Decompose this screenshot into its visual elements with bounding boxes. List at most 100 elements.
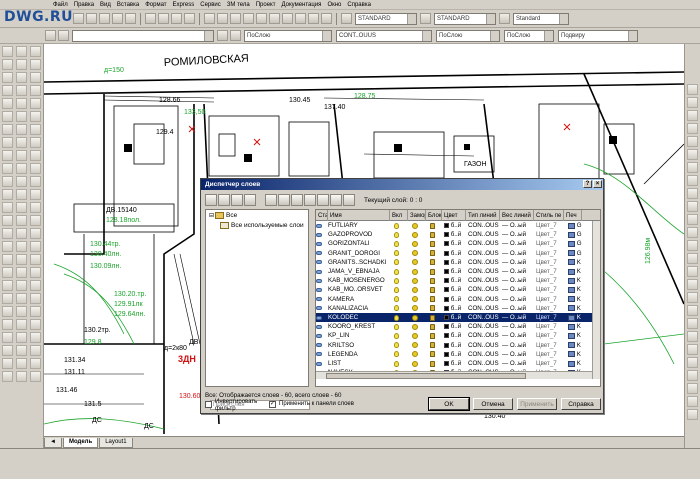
plot-icon[interactable] (568, 360, 575, 367)
multiline-text-tool-icon[interactable] (30, 280, 41, 291)
freeze-icon[interactable] (412, 351, 418, 358)
layer-manager-icon[interactable] (45, 30, 56, 41)
color-swatch-icon[interactable] (444, 223, 449, 229)
ray-tool-icon[interactable] (16, 306, 27, 317)
lock-icon[interactable] (430, 305, 435, 312)
dimension-tool-icon[interactable] (687, 409, 698, 420)
hatch-tool-icon[interactable] (30, 228, 41, 239)
layer-row[interactable]: LEGENDA б..й CON..OUS — О..ый Цвет_7 K (316, 350, 592, 359)
vertical-scrollbar[interactable] (592, 221, 600, 379)
color-swatch-icon[interactable] (444, 315, 449, 321)
plot-icon[interactable] (568, 259, 575, 266)
scrollbar-thumb[interactable] (326, 373, 526, 379)
tab-layout1[interactable]: Layout1 (99, 437, 133, 448)
dimension-tool-icon[interactable] (687, 357, 698, 368)
on-off-icon[interactable] (394, 268, 399, 275)
dimension-tool-icon[interactable] (687, 201, 698, 212)
on-off-icon[interactable] (394, 250, 399, 257)
redo-icon[interactable] (217, 13, 228, 24)
help-icon[interactable] (321, 13, 332, 24)
lock-icon[interactable] (430, 240, 435, 247)
invert-filter-checkbox[interactable] (205, 401, 212, 408)
layer-row[interactable]: KOORO_KREST б..й CON..OUS — О..ый Цвет_7 K (316, 322, 592, 331)
pan-icon[interactable] (230, 13, 241, 24)
on-off-icon[interactable] (394, 323, 399, 330)
freeze-icon[interactable] (412, 259, 418, 266)
dimension-tool-icon[interactable] (687, 97, 698, 108)
freeze-icon[interactable] (412, 277, 418, 284)
layer-row[interactable]: GRANITS..SCHADKI б..й CON..OUS — О..ый Цвет… (316, 258, 592, 267)
point-tool-icon[interactable] (30, 215, 41, 226)
arc-tool-icon[interactable] (16, 111, 27, 122)
dimension-tool-icon[interactable] (687, 162, 698, 173)
freeze-icon[interactable] (412, 314, 418, 321)
layer-print-icon[interactable] (291, 194, 303, 206)
region-tool-icon[interactable] (16, 254, 27, 265)
match-icon[interactable] (184, 13, 195, 24)
line-tool-icon[interactable] (16, 46, 27, 57)
gradient-tool-icon[interactable] (2, 241, 13, 252)
color-swatch-icon[interactable] (444, 278, 449, 284)
color-swatch-icon[interactable] (444, 305, 449, 311)
freeze-icon[interactable] (412, 268, 418, 275)
ok-button[interactable]: OK (428, 397, 470, 411)
column-header[interactable]: Тип линий (466, 210, 500, 221)
lock-icon[interactable] (430, 314, 435, 321)
cancel-button[interactable]: Отмена (473, 398, 513, 410)
circle-tool-icon[interactable] (16, 124, 27, 135)
freeze-icon[interactable] (412, 323, 418, 330)
table-tool-icon[interactable] (30, 267, 41, 278)
column-header[interactable]: Вкл (390, 210, 408, 221)
undo-icon[interactable] (204, 13, 215, 24)
copy-icon[interactable] (158, 13, 169, 24)
lock-icon[interactable] (430, 323, 435, 330)
dimension-tool-icon[interactable] (687, 279, 698, 290)
freeze-icon[interactable] (412, 231, 418, 238)
gradient-tool-icon[interactable] (16, 241, 27, 252)
circle-tool-icon[interactable] (2, 124, 13, 135)
wipeout-tool-icon[interactable] (16, 332, 27, 343)
plot-icon[interactable] (568, 323, 575, 330)
layer-row[interactable]: KOLODEC б..й CON..OUS — О..ый Цвет_7 K (316, 313, 592, 323)
plot-icon[interactable] (568, 240, 575, 247)
multiline-text-tool-icon[interactable] (16, 280, 27, 291)
construction-line-tool-icon[interactable] (30, 59, 41, 70)
layer-row[interactable]: GAZOPROVOD б..й CON..OUS — О..ый Цвет_7 G (316, 230, 592, 239)
on-off-icon[interactable] (394, 332, 399, 339)
text-tool-icon[interactable] (2, 293, 13, 304)
dimension-tool-icon[interactable] (687, 318, 698, 329)
lock-icon[interactable] (430, 250, 435, 257)
color-swatch-icon[interactable] (444, 342, 449, 348)
lock-icon[interactable] (430, 351, 435, 358)
dimension-tool-icon[interactable] (687, 188, 698, 199)
color-swatch-icon[interactable] (444, 333, 449, 339)
menu-item[interactable]: Вставка (114, 2, 142, 8)
table-style-combo[interactable]: Standard (513, 12, 569, 25)
plot-icon[interactable] (568, 250, 575, 257)
menu-item[interactable]: Сервис (197, 2, 224, 8)
color-combo[interactable]: ПоСлою (244, 29, 332, 42)
column-header[interactable]: Стиль пе (534, 210, 564, 221)
dimension-tool-icon[interactable] (687, 383, 698, 394)
freeze-icon[interactable] (412, 332, 418, 339)
layer-row[interactable]: LIST б..й CON..OUS — О..ый Цвет_7 K (316, 359, 592, 368)
polyline-tool-icon[interactable] (2, 72, 13, 83)
layer-row[interactable]: JAMA_V_EBNAJA б..й CON..OUS — О..ый Цвет_7 … (316, 267, 592, 276)
dimension-tool-icon[interactable] (687, 214, 698, 225)
boundary-tool-icon[interactable] (2, 345, 13, 356)
layer-row[interactable]: KRILTSO б..й CON..OUS — О..ый Цвет_7 K (316, 341, 592, 350)
layer-previous-icon[interactable] (230, 30, 241, 41)
new-icon[interactable] (73, 13, 84, 24)
spline-tool-icon[interactable] (30, 150, 41, 161)
line-tool-icon[interactable] (2, 46, 13, 57)
lock-icon[interactable] (430, 286, 435, 293)
lock-icon[interactable] (430, 231, 435, 238)
layer-states-icon[interactable] (231, 194, 243, 206)
text-tool-icon[interactable] (16, 293, 27, 304)
layer-row[interactable]: FUTLIARY б..й CON..OUS — О..ый Цвет_7 G (316, 221, 592, 230)
menu-item[interactable]: Правка (71, 2, 97, 8)
lock-icon[interactable] (430, 268, 435, 275)
dimension-tool-icon[interactable] (687, 84, 698, 95)
menu-item[interactable]: Express (170, 2, 198, 8)
insert-block-tool-icon[interactable] (16, 189, 27, 200)
